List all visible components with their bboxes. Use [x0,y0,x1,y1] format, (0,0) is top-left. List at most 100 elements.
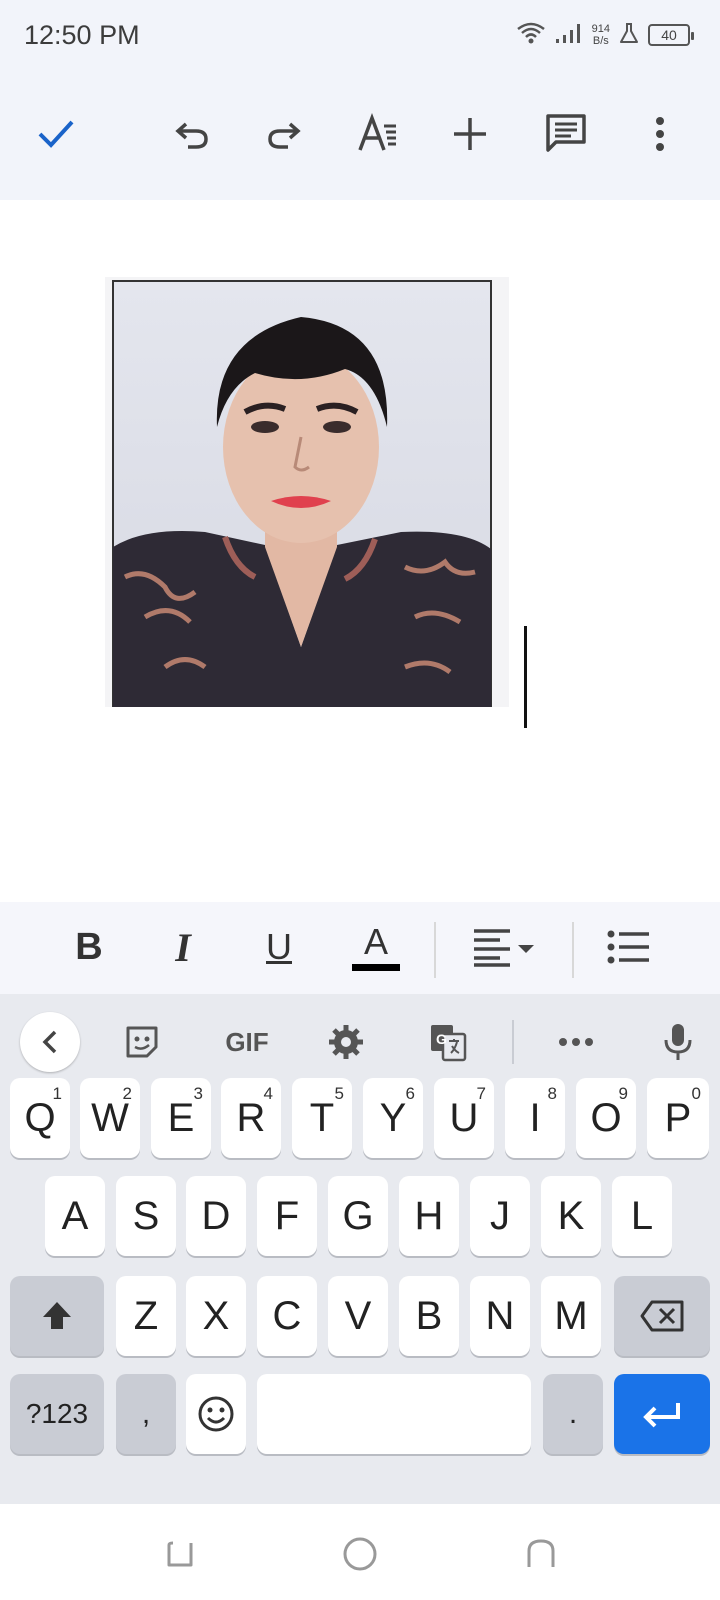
key-label: Y [379,1095,407,1140]
key-label: , [141,1397,151,1430]
key-label: V [344,1293,372,1338]
key-label: N [485,1293,515,1338]
key-n[interactable]: N [470,1276,530,1356]
document-image[interactable] [105,277,509,707]
key-label: K [557,1193,585,1238]
enter-key[interactable] [614,1374,710,1454]
battery-icon: 40 [648,24,694,46]
key-h[interactable]: H [399,1176,459,1256]
key-g[interactable]: G [328,1176,388,1256]
key-hint: 2 [122,1084,132,1103]
redo-icon[interactable] [254,104,314,164]
shift-key[interactable] [10,1276,104,1356]
text-color-swatch [352,963,400,971]
document-canvas[interactable] [0,200,720,902]
key-label: Z [133,1293,159,1338]
undo-icon[interactable] [162,104,222,164]
space-key[interactable] [257,1374,531,1454]
key-label: A [61,1193,89,1238]
key-label: C [272,1293,302,1338]
text-color-label: A [363,920,388,962]
key-t[interactable]: T5 [292,1078,352,1158]
key-k[interactable]: K [541,1176,601,1256]
text-color-button[interactable]: A [348,916,404,978]
italic-button[interactable]: I [160,916,206,978]
emoji-key[interactable] [186,1374,246,1454]
format-separator [572,922,574,978]
key-s[interactable]: S [116,1176,176,1256]
key-hint: 0 [691,1084,701,1103]
key-m[interactable]: M [541,1276,601,1356]
more-horiz-icon[interactable] [546,1012,606,1072]
key-q[interactable]: Q1 [10,1078,70,1158]
text-format-icon[interactable] [348,104,408,164]
check-icon[interactable] [26,104,86,164]
key-label: T [309,1095,335,1140]
symbols-key[interactable]: ?123 [10,1374,104,1454]
key-e[interactable]: E3 [151,1078,211,1158]
key-z[interactable]: Z [116,1276,176,1356]
backspace-key[interactable] [614,1276,710,1356]
gif-label: GIF [225,1026,269,1057]
key-label: . [568,1397,578,1430]
key-label: S [132,1193,160,1238]
key-hint: 5 [334,1084,344,1103]
key-y[interactable]: Y6 [363,1078,423,1158]
key-w[interactable]: W2 [80,1078,140,1158]
period-key[interactable]: . [543,1374,603,1454]
editor-toolbar [0,74,720,200]
more-vert-icon[interactable] [630,104,690,164]
key-l[interactable]: L [612,1176,672,1256]
bold-label: B [75,925,103,968]
back-nav-icon[interactable] [516,1532,566,1576]
key-j[interactable]: J [470,1176,530,1256]
keyboard-toolbar-separator [512,1020,514,1064]
key-label: J [490,1193,510,1238]
key-o[interactable]: O9 [576,1078,636,1158]
comma-key[interactable]: , [116,1374,176,1454]
key-a[interactable]: A [45,1176,105,1256]
key-d[interactable]: D [186,1176,246,1256]
key-p[interactable]: P0 [647,1078,709,1158]
align-dropdown[interactable] [468,916,540,978]
net-speed-unit: B/s [592,35,609,47]
key-r[interactable]: R4 [221,1078,281,1158]
status-icons: 914 B/s 40 [516,18,694,52]
key-i[interactable]: I8 [505,1078,565,1158]
gif-icon[interactable]: GIF [212,1012,282,1072]
bulleted-list-button[interactable] [604,916,654,978]
comment-icon[interactable] [536,104,596,164]
net-speed: 914 B/s [592,23,610,47]
back-icon[interactable] [20,1012,80,1072]
enter-icon [643,1403,680,1428]
settings-icon[interactable] [316,1012,376,1072]
key-label: H [414,1193,444,1238]
bold-button[interactable]: B [66,916,112,978]
home-icon[interactable] [335,1532,385,1576]
status-bar: 12:50 PM 914 B/s 40 [0,0,720,74]
text-cursor [524,626,527,728]
backspace-icon [640,1300,684,1332]
key-b[interactable]: B [399,1276,459,1356]
insert-icon[interactable] [440,104,500,164]
underline-button[interactable]: U [256,916,302,978]
key-hint: 4 [263,1084,273,1103]
mic-icon[interactable] [648,1012,708,1072]
recents-icon[interactable] [155,1532,205,1576]
key-hint: 3 [193,1084,203,1103]
key-label: M [554,1293,588,1338]
key-hint: 6 [405,1084,415,1103]
sticker-icon[interactable] [112,1012,172,1072]
key-c[interactable]: C [257,1276,317,1356]
key-u[interactable]: U7 [434,1078,494,1158]
key-label: L [630,1193,654,1238]
translate-icon[interactable]: G [418,1012,478,1072]
key-v[interactable]: V [328,1276,388,1356]
status-time: 12:50 PM [24,20,140,50]
key-f[interactable]: F [257,1176,317,1256]
key-label: E [167,1095,195,1140]
key-x[interactable]: X [186,1276,246,1356]
key-label: U [449,1095,479,1140]
wifi-icon [516,21,546,50]
key-hint: 9 [618,1084,628,1103]
